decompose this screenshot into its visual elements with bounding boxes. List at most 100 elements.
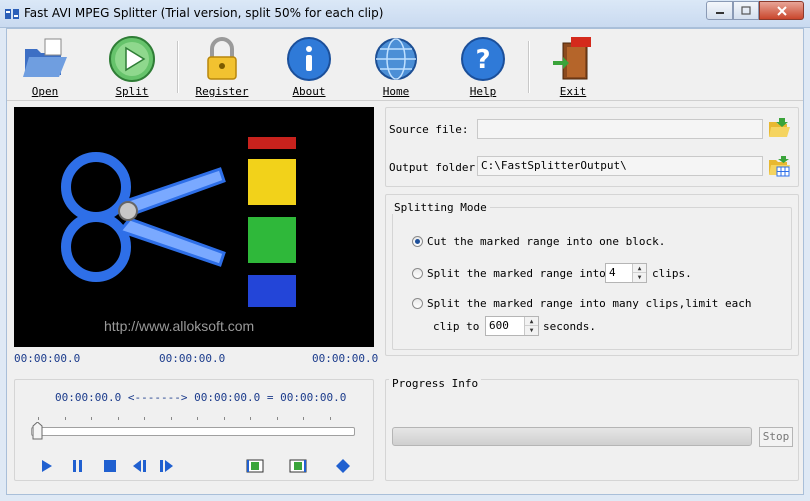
- svg-text:?: ?: [475, 45, 490, 75]
- spin-down-icon[interactable]: ▼: [525, 326, 538, 335]
- range-readout: 00:00:00.0 <-------> 00:00:00.0 = 00:00:…: [55, 391, 347, 404]
- slider-tick: [38, 417, 39, 420]
- seconds-arrows: ▲ ▼: [524, 317, 538, 335]
- slider-tick: [223, 417, 225, 420]
- help-icon: ?: [461, 37, 505, 81]
- title-bar: Fast AVI MPEG Splitter (Trial version, s…: [0, 0, 810, 28]
- stop-button[interactable]: Stop: [759, 427, 793, 447]
- info-icon: [287, 37, 331, 81]
- open-button[interactable]: Open: [10, 35, 80, 98]
- clips-count-arrows: ▲ ▼: [632, 264, 646, 282]
- play-icon: [109, 36, 155, 82]
- output-label: Output folder:: [389, 161, 482, 174]
- close-button[interactable]: [759, 1, 804, 20]
- preview-url: http://www.alloksoft.com: [104, 318, 255, 334]
- clips-count-value: 4: [609, 266, 616, 279]
- option-limit-seconds-label: Split the marked range into many clips,l…: [427, 297, 752, 310]
- globe-icon: [375, 38, 417, 80]
- toolbar-separator: [528, 41, 530, 93]
- register-button[interactable]: Register: [187, 35, 257, 98]
- main-window: Open Split Register About Home ? Help Ex…: [6, 28, 804, 495]
- slider-tick: [303, 417, 304, 420]
- progress-bar: [392, 427, 752, 446]
- split-label: Split: [115, 85, 149, 98]
- minimize-button[interactable]: [706, 1, 733, 20]
- about-label: About: [292, 85, 326, 98]
- seconds-suffix-label: seconds.: [543, 320, 596, 333]
- home-label: Home: [382, 85, 410, 98]
- browse-output-button[interactable]: [767, 154, 791, 178]
- minimize-icon: [715, 11, 724, 14]
- step-back-button[interactable]: [129, 457, 149, 475]
- spin-down-icon[interactable]: ▼: [633, 273, 646, 282]
- close-icon: [776, 5, 787, 16]
- clip-to-label: clip to: [433, 320, 480, 333]
- exit-button[interactable]: Exit: [538, 35, 608, 98]
- splitting-mode-title: Splitting Mode: [391, 201, 490, 214]
- source-file-field[interactable]: [477, 119, 763, 139]
- folder-grid-icon: [769, 156, 790, 177]
- slider-tick: [250, 417, 251, 420]
- time-mid: 00:00:00.0: [159, 352, 226, 365]
- maximize-button[interactable]: [733, 1, 759, 20]
- app-icon: [5, 9, 19, 19]
- pause-button[interactable]: [68, 457, 88, 475]
- option-one-block-label: Cut the marked range into one block.: [427, 235, 666, 248]
- lock-icon: [207, 37, 237, 80]
- folder-open-icon: [23, 38, 67, 77]
- slider-tick: [144, 417, 145, 420]
- time-start: 00:00:00.0: [14, 352, 81, 365]
- play-button[interactable]: [37, 457, 57, 475]
- play-icon: [42, 460, 52, 472]
- exit-label: Exit: [559, 85, 587, 98]
- seconds-stepper[interactable]: 600 ▲ ▼: [485, 316, 539, 336]
- diamond-icon: [336, 459, 350, 473]
- slider-thumb[interactable]: [32, 422, 43, 440]
- slider-tick: [329, 417, 331, 420]
- clips-suffix-label: clips.: [652, 267, 692, 280]
- slider-tick: [197, 417, 198, 420]
- mark-end-icon: [289, 459, 307, 473]
- pause-icon: [73, 460, 82, 472]
- radio-limit-seconds[interactable]: [412, 298, 423, 309]
- go-selection-button[interactable]: [333, 457, 353, 475]
- open-label: Open: [31, 85, 59, 98]
- step-back-icon: [133, 460, 146, 472]
- toolbar-separator: [177, 41, 179, 93]
- spin-up-icon[interactable]: ▲: [525, 317, 538, 326]
- source-label: Source file:: [389, 123, 469, 136]
- step-forward-icon: [160, 460, 173, 472]
- slider-tick: [170, 417, 172, 420]
- mark-start-icon: [246, 459, 264, 473]
- browse-source-button[interactable]: [767, 116, 791, 140]
- scissors-film-logo: [61, 133, 312, 311]
- mark-end-button[interactable]: [288, 457, 308, 475]
- seconds-value: 600: [489, 319, 509, 332]
- time-end: 00:00:00.0: [312, 352, 379, 365]
- slider-tick: [117, 417, 119, 420]
- about-button[interactable]: About: [274, 35, 344, 98]
- help-button[interactable]: ? Help: [448, 35, 518, 98]
- radio-one-block[interactable]: [412, 236, 423, 247]
- step-forward-button[interactable]: [157, 457, 177, 475]
- progress-title: Progress Info: [389, 377, 482, 390]
- split-button[interactable]: Split: [97, 35, 167, 98]
- help-label: Help: [469, 85, 497, 98]
- home-button[interactable]: Home: [361, 35, 431, 98]
- clips-count-stepper[interactable]: 4 ▲ ▼: [605, 263, 647, 283]
- maximize-icon: [741, 6, 751, 15]
- video-preview: http://www.alloksoft.com: [14, 107, 374, 347]
- spin-up-icon[interactable]: ▲: [633, 264, 646, 273]
- mark-start-button[interactable]: [245, 457, 265, 475]
- slider-tick: [276, 417, 278, 420]
- output-folder-field[interactable]: C:\FastSplitterOutput\: [477, 156, 763, 176]
- stop-playback-button[interactable]: [100, 457, 120, 475]
- folder-open-icon: [769, 118, 790, 137]
- option-split-count-label: Split the marked range into: [427, 267, 606, 280]
- radio-split-count[interactable]: [412, 268, 423, 279]
- toolbar: Open Split Register About Home ? Help Ex…: [7, 29, 803, 101]
- stop-icon: [104, 460, 116, 472]
- register-label: Register: [195, 85, 249, 98]
- position-slider[interactable]: [31, 427, 355, 436]
- window-title: Fast AVI MPEG Splitter (Trial version, s…: [24, 6, 384, 20]
